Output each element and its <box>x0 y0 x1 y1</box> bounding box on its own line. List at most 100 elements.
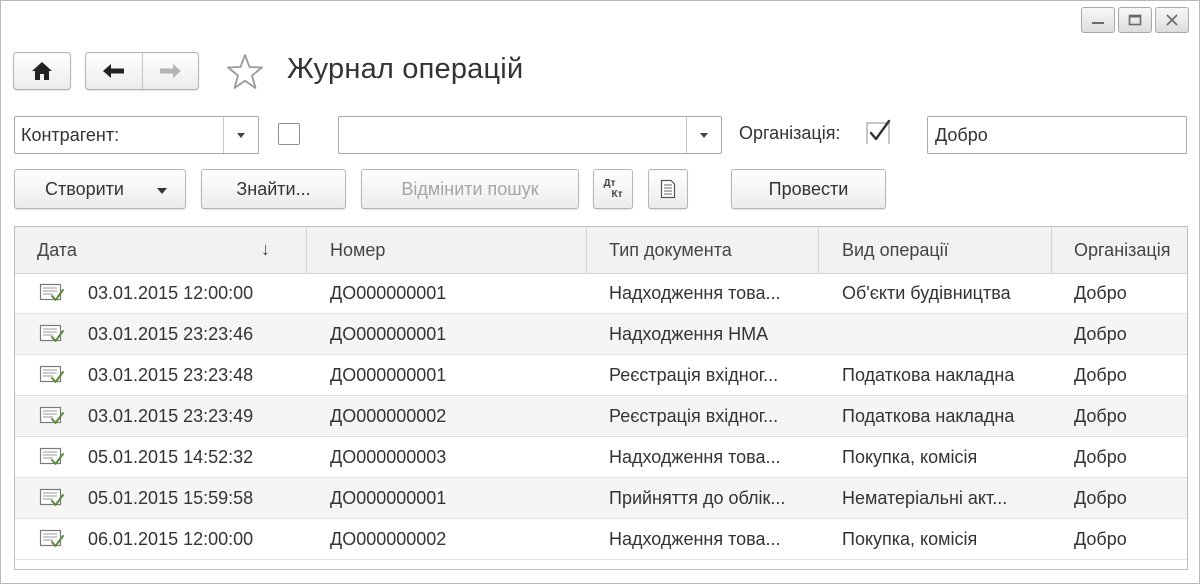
contractor-value-dropdown-button[interactable] <box>686 117 721 153</box>
home-icon <box>32 62 52 80</box>
column-header-number[interactable]: Номер <box>330 227 385 273</box>
posted-document-icon <box>39 365 64 383</box>
minimize-button[interactable] <box>1081 7 1115 33</box>
organization-label: Організація: <box>739 123 841 143</box>
table-row[interactable]: 03.01.2015 12:00:00 ДО000000001 Надходженн… <box>15 273 1187 314</box>
chevron-down-icon <box>700 132 708 138</box>
contractor-filter-checkbox[interactable] <box>278 123 300 145</box>
cell-operation: Нематеріальні акт... <box>842 487 1008 508</box>
contractor-value-select[interactable] <box>338 116 722 154</box>
cell-doc-type: Надходження това... <box>609 446 781 467</box>
dt-label: Дт <box>603 178 616 189</box>
cell-doc-type: Прийняття до облік... <box>609 487 786 508</box>
home-button[interactable] <box>13 52 71 90</box>
cell-date: 03.01.2015 12:00:00 <box>88 282 254 303</box>
maximize-icon <box>1128 14 1142 26</box>
cell-operation: Об'єкти будівництва <box>842 282 1011 303</box>
column-header-operation[interactable]: Вид операції <box>842 227 949 273</box>
column-header-date[interactable]: Дата <box>37 227 77 273</box>
minimize-icon <box>1092 22 1104 24</box>
cell-organization: Добро <box>1074 364 1127 385</box>
close-button[interactable] <box>1155 7 1189 33</box>
table-row[interactable]: 05.01.2015 15:59:58 ДО000000001 Прийняття … <box>15 478 1187 519</box>
create-button-label: Створити <box>45 178 124 199</box>
table-row[interactable]: 03.01.2015 23:23:49 ДО000000002 Реєстрація… <box>15 396 1187 437</box>
sort-descending-icon[interactable]: ↓ <box>261 239 270 260</box>
report-button[interactable] <box>648 169 688 209</box>
chevron-down-icon <box>157 188 167 194</box>
checkmark-icon <box>866 119 891 144</box>
cell-organization: Добро <box>1074 282 1127 303</box>
cell-operation: Податкова накладна <box>842 364 1015 385</box>
cell-operation: Покупка, комісія <box>842 528 978 549</box>
contractor-select[interactable]: Контрагент: <box>14 116 259 154</box>
forward-button[interactable] <box>141 53 198 89</box>
cell-doc-type: Надходження НМА <box>609 323 769 344</box>
cell-date: 05.01.2015 15:59:58 <box>88 487 254 508</box>
close-icon <box>1166 14 1178 26</box>
post-button[interactable]: Провести <box>731 169 886 209</box>
cancel-search-button[interactable]: Відмінити пошук <box>361 169 579 209</box>
organization-field[interactable]: Добро <box>927 116 1187 154</box>
star-icon[interactable] <box>225 52 265 92</box>
table-row[interactable]: 03.01.2015 23:23:48 ДО000000001 Реєстрація… <box>15 355 1187 396</box>
column-divider[interactable] <box>306 227 307 273</box>
cell-number: ДО000000003 <box>330 446 447 467</box>
organization-field-value: Добро <box>935 125 988 145</box>
chevron-down-icon <box>237 132 245 138</box>
dt-kt-button[interactable]: Дт Кт <box>593 169 633 209</box>
operations-table: Дата ↓ Номер Тип документа Вид операції … <box>14 226 1188 570</box>
column-divider[interactable] <box>586 227 587 273</box>
posted-document-icon <box>39 324 64 342</box>
cell-date: 05.01.2015 14:52:32 <box>88 446 254 467</box>
cell-number: ДО000000001 <box>330 323 447 344</box>
posted-document-icon <box>39 488 64 506</box>
cell-date: 06.01.2015 12:00:00 <box>88 528 254 549</box>
table-row[interactable]: 06.01.2015 12:00:00 ДО000000002 Надходженн… <box>15 519 1187 560</box>
table-row[interactable]: 03.01.2015 23:23:46 ДО000000001 Надходженн… <box>15 314 1187 355</box>
cell-organization: Добро <box>1074 528 1127 549</box>
column-header-organization[interactable]: Організація <box>1074 227 1170 273</box>
column-divider[interactable] <box>818 227 819 273</box>
post-button-label: Провести <box>768 178 849 199</box>
cancel-search-label: Відмінити пошук <box>401 178 539 199</box>
cell-operation: Покупка, комісія <box>842 446 978 467</box>
cell-number: ДО000000001 <box>330 282 447 303</box>
contractor-select-value: Контрагент: <box>21 125 120 145</box>
cell-operation: Податкова накладна <box>842 405 1015 426</box>
posted-document-icon <box>39 447 64 465</box>
cell-doc-type: Реєстрація вхідног... <box>609 405 779 426</box>
arrow-left-icon <box>102 64 124 78</box>
cell-doc-type: Надходження това... <box>609 282 781 303</box>
history-navigation <box>85 52 199 90</box>
cell-doc-type: Надходження това... <box>609 528 781 549</box>
posted-document-icon <box>39 406 64 424</box>
cell-number: ДО000000001 <box>330 487 447 508</box>
arrow-right-icon <box>160 64 182 78</box>
kt-label: Кт <box>611 189 623 200</box>
app-window: Журнал операцій Контрагент: Організація:… <box>0 0 1200 584</box>
cell-organization: Добро <box>1074 487 1127 508</box>
find-button[interactable]: Знайти... <box>201 169 346 209</box>
column-divider[interactable] <box>1051 227 1052 273</box>
contractor-dropdown-button[interactable] <box>223 117 258 153</box>
cell-number: ДО000000002 <box>330 405 447 426</box>
dt-kt-icon: Дт Кт <box>603 178 622 200</box>
table-header: Дата ↓ Номер Тип документа Вид операції … <box>15 227 1187 274</box>
cell-organization: Добро <box>1074 446 1127 467</box>
table-row[interactable]: 05.01.2015 14:52:32 ДО000000003 Надходженн… <box>15 437 1187 478</box>
create-button[interactable]: Створити <box>14 169 186 209</box>
maximize-button[interactable] <box>1118 7 1152 33</box>
cell-date: 03.01.2015 23:23:46 <box>88 323 254 344</box>
posted-document-icon <box>39 529 64 547</box>
cell-date: 03.01.2015 23:23:48 <box>88 364 254 385</box>
posted-document-icon <box>39 283 64 301</box>
document-icon <box>660 179 676 199</box>
cell-number: ДО000000001 <box>330 364 447 385</box>
cell-number: ДО000000002 <box>330 528 447 549</box>
find-button-label: Знайти... <box>236 178 311 199</box>
cell-date: 03.01.2015 23:23:49 <box>88 405 254 426</box>
back-button[interactable] <box>86 53 142 89</box>
column-header-doc-type[interactable]: Тип документа <box>609 227 732 273</box>
cell-organization: Добро <box>1074 323 1127 344</box>
